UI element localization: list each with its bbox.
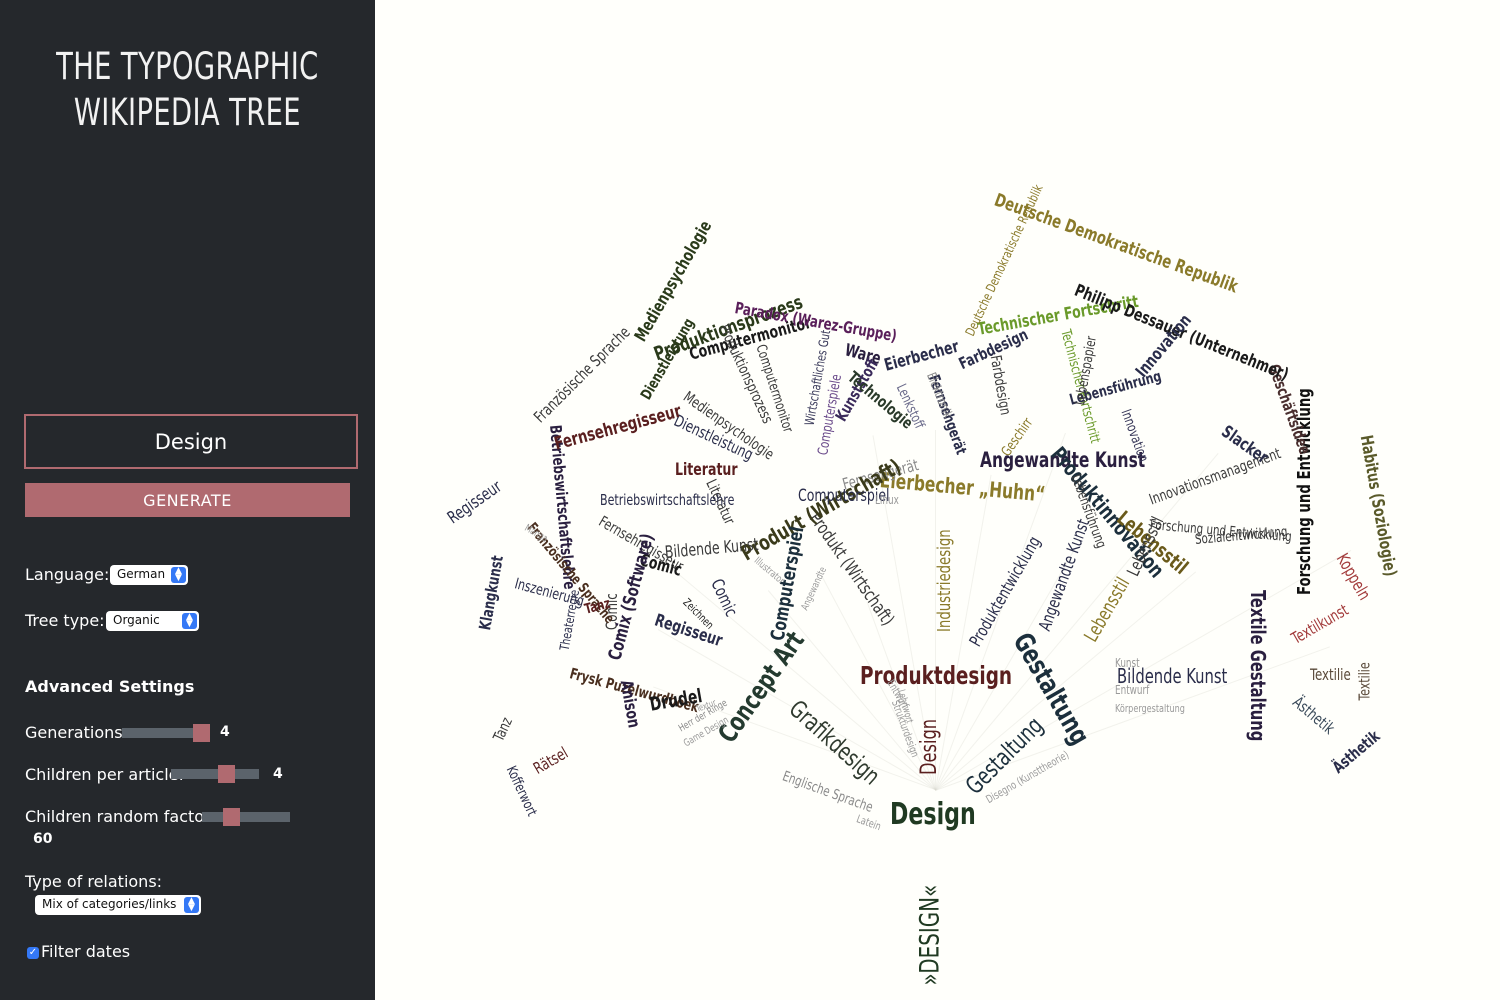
tree-word[interactable]: Textilkunst	[1288, 600, 1352, 648]
tree-word[interactable]: Klangkunst	[475, 554, 507, 631]
chevron-up-down-icon: ▲ ▼	[182, 613, 197, 629]
tree-word[interactable]: Regisseur	[652, 610, 725, 651]
children-random-factor-slider[interactable]	[202, 808, 290, 826]
app-title-line-2: WIKIPEDIA TREE	[73, 91, 301, 134]
tree-type-select-value: Organic	[113, 613, 160, 627]
type-of-relations-select[interactable]: Mix of categories/links ▲ ▼	[35, 895, 201, 915]
tree-word[interactable]: Latein	[855, 812, 883, 833]
language-select[interactable]: German ▲ ▼	[110, 565, 188, 585]
sidebar: THE TYPOGRAPHIC WIKIPEDIA TREE GENERATE …	[0, 0, 375, 1000]
tree-word[interactable]: Textilie	[1356, 662, 1374, 700]
typographic-tree-canvas: Design »DESIGN« Produktdesign Gestaltung Ges…	[375, 0, 1500, 1000]
tree-word[interactable]: Koppeln	[1332, 550, 1374, 604]
children-per-article-label: Children per article:	[25, 765, 184, 784]
tree-word[interactable]: Ästhetik	[1289, 692, 1338, 738]
generations-slider-handle[interactable]	[193, 724, 210, 742]
language-select-value: German	[117, 567, 166, 581]
tree-word[interactable]: Entwurf	[1115, 684, 1149, 696]
chevron-up-down-icon: ▲ ▼	[184, 897, 199, 913]
tree-word[interactable]: Tanz	[489, 714, 516, 744]
tree-word[interactable]: Linux	[875, 494, 899, 506]
tree-word[interactable]: Regisseur	[444, 476, 506, 527]
tree-word[interactable]: Kunst	[1115, 657, 1140, 669]
generations-label: Generations:	[25, 723, 128, 742]
generations-value: 4	[220, 724, 230, 740]
tree-word[interactable]: Industriedesign	[934, 529, 955, 632]
tree-word[interactable]: Farbdesign	[987, 353, 1015, 416]
generations-slider[interactable]	[122, 724, 210, 742]
app-title-line-1: THE TYPOGRAPHIC	[56, 45, 319, 88]
advanced-settings-heading: Advanced Settings	[25, 677, 195, 696]
tree-word[interactable]: »DESIGN«	[915, 884, 946, 985]
tree-word[interactable]: Habitus (Soziologie)	[1356, 433, 1401, 577]
tree-word[interactable]: Französische Sprache	[530, 323, 634, 427]
tree-type-label: Tree type:	[25, 611, 105, 630]
tree-word[interactable]: Kofferwort	[503, 764, 540, 819]
search-input[interactable]	[24, 414, 358, 469]
tree-word[interactable]: Lebensstil	[1080, 573, 1134, 645]
tree-word[interactable]: Design	[890, 800, 976, 830]
filter-dates-checkbox[interactable]: ✓	[27, 947, 39, 959]
tree-word[interactable]: Körpergestaltung	[1115, 703, 1185, 714]
tree-word[interactable]: Ästhetik	[1329, 726, 1384, 776]
children-per-article-slider-handle[interactable]	[218, 765, 235, 783]
tree-word[interactable]: Angewandte Kunst	[1035, 516, 1094, 633]
tree-word[interactable]: Angewandte	[800, 565, 830, 612]
generate-button[interactable]: GENERATE	[25, 483, 350, 517]
chevron-up-down-icon: ▲ ▼	[171, 567, 186, 583]
tree-word[interactable]: Literatur	[675, 461, 738, 479]
tree-word[interactable]: Produkt (Wirtschaft)	[737, 454, 905, 565]
children-random-factor-slider-handle[interactable]	[223, 808, 240, 826]
tree-word[interactable]: Design	[917, 719, 942, 775]
children-random-factor-label: Children random factor:	[25, 807, 216, 826]
tree-word[interactable]: Fernsehregisseur	[552, 401, 683, 455]
tree-type-select[interactable]: Organic ▲ ▼	[106, 611, 199, 631]
tree-word[interactable]: Textilie	[1310, 667, 1351, 683]
tree-word[interactable]: Produktdesign	[860, 663, 1012, 688]
children-per-article-value: 4	[273, 766, 283, 782]
app-title: THE TYPOGRAPHIC WIKIPEDIA TREE	[49, 44, 327, 136]
filter-dates-label: Filter dates	[41, 942, 131, 961]
children-random-factor-value: 60	[33, 831, 53, 847]
tree-word[interactable]: Comic	[706, 576, 741, 620]
language-label: Language:	[25, 565, 110, 584]
children-per-article-slider[interactable]	[171, 765, 259, 783]
type-of-relations-select-value: Mix of categories/links	[42, 897, 177, 911]
tree-word[interactable]: Rätsel	[530, 743, 571, 778]
type-of-relations-label: Type of relations:	[25, 872, 163, 891]
tree-word[interactable]: Betriebswirtschaftslehre	[600, 492, 734, 508]
tree-word[interactable]: Textile Gestaltung	[1246, 590, 1270, 741]
